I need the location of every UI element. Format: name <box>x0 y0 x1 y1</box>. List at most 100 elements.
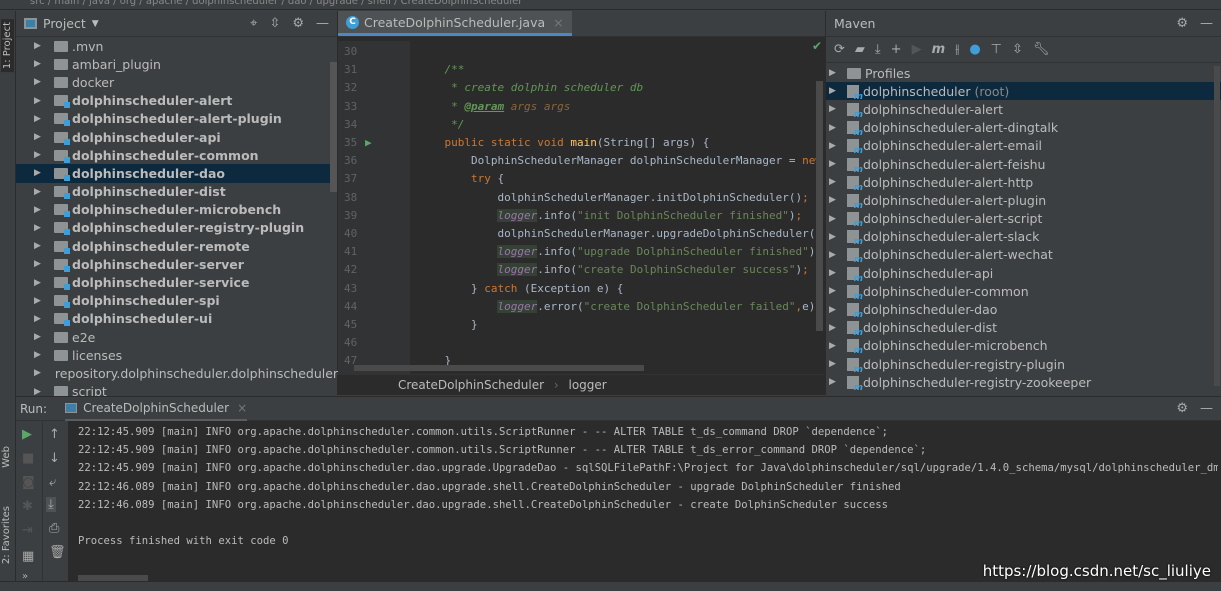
execute-goal-icon[interactable]: m <box>932 42 946 57</box>
gear-icon[interactable]: ⚙ <box>1176 401 1188 416</box>
skip-tests-icon[interactable]: ● <box>969 42 980 57</box>
expand-arrow-icon[interactable]: ▶ <box>829 195 839 205</box>
arrow-up-icon[interactable]: ↑ <box>49 427 60 442</box>
expand-arrow-icon[interactable]: ▶ <box>34 114 44 124</box>
expand-arrow-icon[interactable]: ▶ <box>34 241 44 251</box>
hide-icon[interactable]: — <box>1200 16 1213 31</box>
expand-arrow-icon[interactable]: ▶ <box>34 332 44 342</box>
reload-icon[interactable]: ⟳ <box>834 42 845 57</box>
project-view-selector[interactable]: Project <box>43 16 86 31</box>
expand-arrow-icon[interactable]: ▶ <box>34 41 44 51</box>
expand-arrow-icon[interactable]: ▶ <box>34 168 44 178</box>
maven-item[interactable]: ▶ dolphinscheduler-alert <box>826 100 1221 120</box>
editor-horizontal-scrollbar[interactable] <box>354 365 644 371</box>
layout-icon[interactable]: ▦ <box>22 549 34 564</box>
maven-item[interactable]: ▶ dolphinscheduler-alert-feishu <box>826 155 1221 175</box>
maven-item[interactable]: ▶ dolphinscheduler-registry-plugin <box>826 355 1221 375</box>
expand-arrow-icon[interactable]: ▶ <box>34 368 41 378</box>
maven-item[interactable]: ▶ dolphinscheduler-common <box>826 282 1221 302</box>
arrow-down-icon[interactable]: ↓ <box>49 451 60 466</box>
gear-icon[interactable]: ⚙ <box>1176 16 1188 31</box>
expand-arrow-icon[interactable]: ▶ <box>829 377 839 387</box>
tree-item[interactable]: ▶ ambari_plugin <box>16 55 337 73</box>
expand-arrow-icon[interactable]: ▶ <box>34 187 44 197</box>
maven-item[interactable]: ▶ dolphinscheduler-alert-plugin <box>826 191 1221 211</box>
tree-item[interactable]: ▶ licenses <box>16 346 337 364</box>
add-folder-icon[interactable]: ▰ <box>855 42 865 57</box>
maven-item[interactable]: ▶ dolphinscheduler-alert-slack <box>826 228 1221 247</box>
tree-item[interactable]: ▶ dolphinscheduler-registry-plugin <box>16 219 337 237</box>
expand-arrow-icon[interactable]: ▶ <box>829 232 839 242</box>
debug-icon[interactable]: ✱ <box>22 499 33 514</box>
web-tool-tab[interactable]: Web <box>1 446 12 468</box>
chevron-down-icon[interactable]: ▼ <box>92 19 99 29</box>
gear-icon[interactable]: ⚙ <box>292 16 304 31</box>
hide-icon[interactable]: — <box>1200 401 1213 416</box>
trash-icon[interactable]: 🗑︎ <box>49 545 66 560</box>
run-tab[interactable]: CreateDolphinScheduler × <box>65 397 248 421</box>
project-scrollbar[interactable] <box>330 62 337 192</box>
collapse-all-icon[interactable]: ⇳ <box>269 16 280 31</box>
expand-arrow-icon[interactable]: ▶ <box>829 104 839 114</box>
expand-arrow-icon[interactable]: ▶ <box>34 314 44 324</box>
favorites-tool-tab[interactable]: 2: Favorites <box>1 506 12 564</box>
expand-arrow-icon[interactable]: ▶ <box>829 177 839 187</box>
stop-icon[interactable]: ■ <box>22 451 34 466</box>
tree-item[interactable]: ▶ dolphinscheduler-dist <box>16 183 337 201</box>
close-icon[interactable]: × <box>553 15 563 30</box>
maven-scrollbar[interactable] <box>1214 66 1220 386</box>
maven-item[interactable]: ▶ dolphinscheduler-registry-zookeeper <box>826 373 1221 393</box>
tree-item[interactable]: ▶ dolphinscheduler-api <box>16 128 337 146</box>
tree-item[interactable]: ▶ e2e <box>16 328 337 346</box>
tree-item[interactable]: ▶ dolphinscheduler-microbench <box>16 201 337 219</box>
expand-arrow-icon[interactable]: ▶ <box>34 96 44 106</box>
maven-item[interactable]: ▶ dolphinscheduler-dao <box>826 300 1221 320</box>
expand-arrow-icon[interactable]: ▶ <box>34 350 44 360</box>
expand-arrow-icon[interactable]: ▶ <box>829 141 839 151</box>
maven-item[interactable]: ▶ dolphinscheduler-alert-dingtalk <box>826 119 1221 138</box>
run-gutter-icon[interactable]: ▶ <box>365 136 372 149</box>
breadcrumb-field[interactable]: logger <box>569 378 607 392</box>
expand-arrow-icon[interactable]: ▶ <box>829 286 839 296</box>
expand-arrow-icon[interactable]: ▶ <box>34 77 44 87</box>
tab-create-dolphin-scheduler[interactable]: C CreateDolphinScheduler.java × <box>338 11 572 36</box>
tree-item[interactable]: ▶ .mvn <box>16 37 337 55</box>
maven-item[interactable]: ▶ Profiles <box>826 64 1221 82</box>
maven-item[interactable]: ▶ dolphinscheduler-alert-wechat <box>826 246 1221 265</box>
camera-icon[interactable]: ◙ <box>22 475 35 490</box>
expand-arrow-icon[interactable]: ▶ <box>34 223 44 233</box>
soft-wrap-icon[interactable]: ⤶ <box>49 475 56 490</box>
tree-item[interactable]: ▶ dolphinscheduler-dao <box>16 164 337 183</box>
print-icon[interactable]: ⎙ <box>49 521 59 536</box>
expand-arrow-icon[interactable]: ▶ <box>34 296 44 306</box>
tree-item[interactable]: ▶ dolphinscheduler-spi <box>16 292 337 310</box>
expand-arrow-icon[interactable]: ▶ <box>829 341 839 351</box>
expand-arrow-icon[interactable]: ▶ <box>829 68 839 78</box>
maven-item[interactable]: ▶ dolphinscheduler(root) <box>826 82 1221 102</box>
expand-arrow-icon[interactable]: ▶ <box>829 323 839 333</box>
collapse-all-icon[interactable]: ⇳ <box>1012 42 1023 57</box>
tree-item[interactable]: ▶ dolphinscheduler-alert <box>16 92 337 110</box>
tree-item[interactable]: ▶ docker <box>16 73 337 91</box>
expand-arrow-icon[interactable]: ▶ <box>829 159 839 169</box>
expand-arrow-icon[interactable]: ▶ <box>34 59 44 69</box>
project-tool-tab[interactable]: 1: Project <box>1 19 14 73</box>
scroll-to-end-icon[interactable]: ⤓ <box>46 497 56 512</box>
maven-item[interactable]: ▶ dolphinscheduler-alert-email <box>826 137 1221 156</box>
expand-arrow-icon[interactable]: ▶ <box>34 259 44 269</box>
expand-arrow-icon[interactable]: ▶ <box>829 214 839 224</box>
tree-item[interactable]: ▶ dolphinscheduler-common <box>16 146 337 164</box>
maven-item[interactable]: ▶ dolphinscheduler-api <box>826 264 1221 284</box>
expand-arrow-icon[interactable]: ▶ <box>34 132 44 142</box>
run-icon[interactable]: ▶ <box>912 42 922 57</box>
tree-item[interactable]: ▶ dolphinscheduler-server <box>16 255 337 273</box>
hide-icon[interactable]: — <box>316 16 329 31</box>
toggle-offline-icon[interactable]: ⫲ <box>955 42 959 57</box>
wrench-icon[interactable]: 🔧︎ <box>1033 42 1050 57</box>
expand-arrow-icon[interactable]: ▶ <box>829 86 839 96</box>
editor-vertical-scrollbar[interactable] <box>816 81 823 331</box>
console-output[interactable]: 22:12:45.909 [main] INFO org.apache.dolp… <box>78 421 1218 571</box>
tree-item[interactable]: ▶ dolphinscheduler-service <box>16 273 337 291</box>
maven-item[interactable]: ▶ dolphinscheduler-alert-http <box>826 173 1221 193</box>
expand-arrow-icon[interactable]: ▶ <box>34 150 44 160</box>
